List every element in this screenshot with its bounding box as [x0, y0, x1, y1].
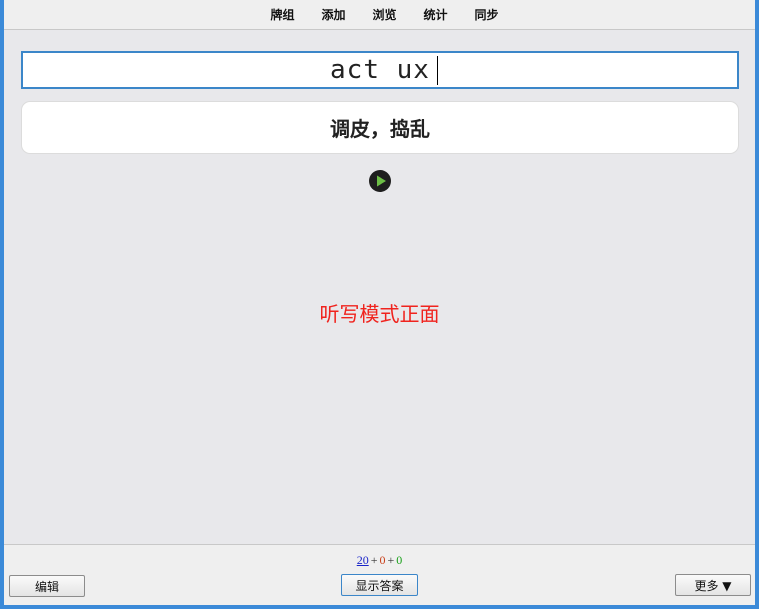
- nav-stats[interactable]: 统计: [424, 6, 448, 23]
- anki-review-window: 牌组 添加 浏览 统计 同步 调皮，捣乱 听写模式正面 20+0+0 编辑 显示…: [4, 0, 755, 605]
- count-separator: +: [370, 553, 378, 567]
- due-counts: 20 +0 +0: [4, 553, 755, 568]
- bottom-bar: 20 +0 +0 编辑 显示答案 更多 ▼: [4, 544, 755, 605]
- card-front-text: 调皮，捣乱: [330, 117, 430, 141]
- text-caret: [437, 56, 438, 85]
- nav-add[interactable]: 添加: [321, 6, 345, 23]
- count-learning: 0: [379, 553, 386, 567]
- more-button[interactable]: 更多 ▼: [675, 574, 751, 596]
- count-review: 0: [396, 553, 403, 567]
- top-nav-bar: 牌组 添加 浏览 统计 同步: [4, 0, 755, 30]
- edit-button[interactable]: 编辑: [9, 575, 85, 597]
- mode-label: 听写模式正面: [319, 302, 440, 326]
- play-icon[interactable]: [368, 169, 392, 193]
- nav-decks[interactable]: 牌组: [270, 6, 294, 23]
- nav-sync[interactable]: 同步: [475, 6, 499, 23]
- show-answer-button[interactable]: 显示答案: [341, 574, 418, 596]
- typed-answer-input[interactable]: [21, 51, 739, 89]
- count-new: 20: [356, 553, 369, 567]
- nav-browse[interactable]: 浏览: [372, 6, 396, 23]
- card-front: 调皮，捣乱: [21, 101, 739, 154]
- count-separator: +: [387, 553, 395, 567]
